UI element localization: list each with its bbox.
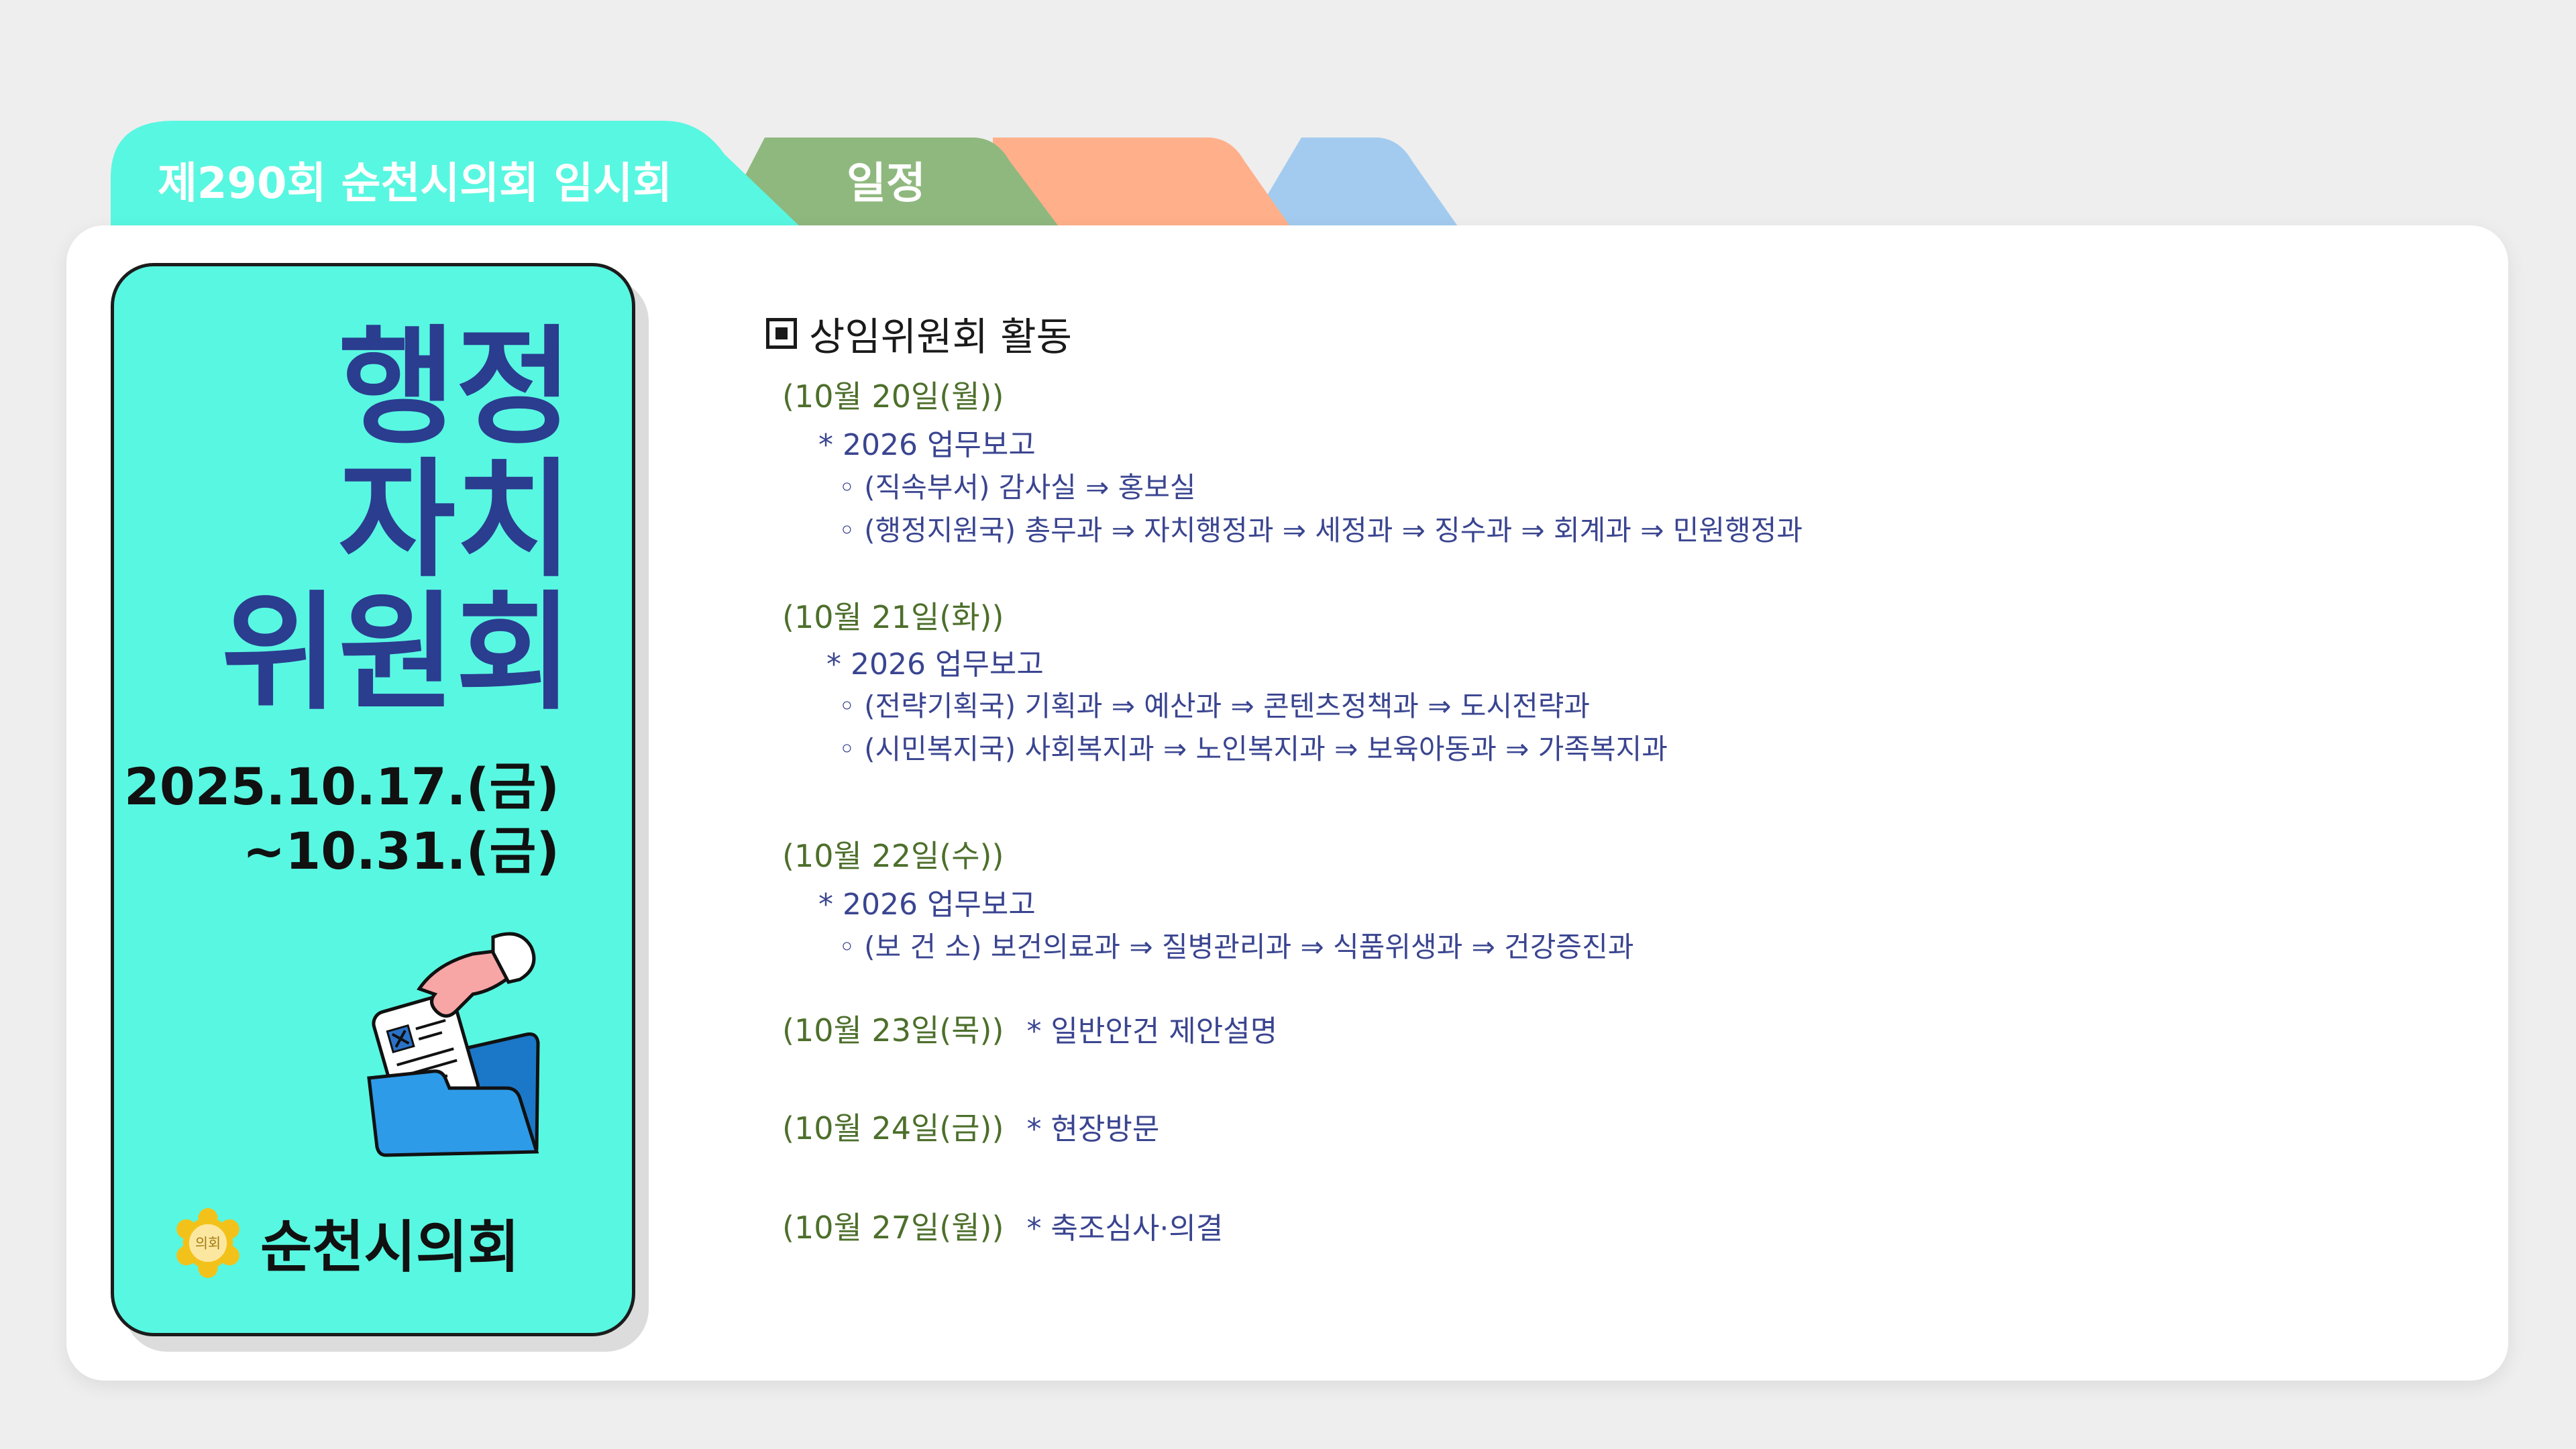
schedule-subitem-1-2: ◦ (행정지원국) 총무과 ⇒ 자치행정과 ⇒ 세정과 ⇒ 징수과 ⇒ 회계과 … bbox=[839, 514, 1803, 547]
tab-schedule[interactable]: 일정 bbox=[847, 149, 926, 211]
schedule-note-5: * 현장방문 bbox=[1026, 1112, 1160, 1146]
committee-title-line-2: 자치 bbox=[338, 446, 573, 594]
schedule-subitem-2-2: ◦ (시민복지국) 사회복지과 ⇒ 노인복지과 ⇒ 보육아동과 ⇒ 가족복지과 bbox=[839, 733, 1668, 765]
committee-title-line-3: 위원회 bbox=[221, 579, 573, 727]
schedule-row-4: (10월 23일(목)) * 일반안건 제안설명 bbox=[782, 1006, 1277, 1051]
session-period: 2025.10.17.(금) ~10.31.(금) bbox=[124, 755, 559, 883]
schedule-subitem-3-1: ◦ (보 건 소) 보건의료과 ⇒ 질병관리과 ⇒ 식품위생과 ⇒ 건강증진과 bbox=[839, 930, 1634, 963]
sidebar-panel: 행정 자치 위원회 2025.10.17.(금) ~10.31.(금) 의회 순… bbox=[111, 263, 635, 1336]
session-start-date: 2025.10.17.(금) bbox=[123, 757, 559, 816]
section-heading: 상임위원회 활동 bbox=[766, 305, 1072, 362]
schedule-item-3: * 2026 업무보고 bbox=[818, 888, 1036, 922]
committee-title-line-1: 행정 bbox=[338, 313, 573, 462]
schedule-note-6: * 축조심사·의결 bbox=[1026, 1212, 1224, 1246]
document-in-folder-icon bbox=[367, 932, 540, 1157]
header-tabs: 제290회 순천시의회 임시회 일정 bbox=[0, 0, 2576, 228]
tab-session-title[interactable]: 제290회 순천시의회 임시회 bbox=[158, 149, 672, 211]
session-end-date: ~10.31.(금) bbox=[242, 821, 559, 881]
schedule-row-6: (10월 27일(월)) * 축조심사·의결 bbox=[782, 1203, 1223, 1248]
schedule-item-1: * 2026 업무보고 bbox=[818, 428, 1036, 462]
schedule-date-1: (10월 20일(월)) bbox=[782, 378, 1004, 415]
schedule-date-6: (10월 27일(월)) bbox=[782, 1210, 1004, 1246]
council-name: 순천시의회 bbox=[260, 1214, 520, 1280]
committee-title: 행정 자치 위원회 bbox=[221, 321, 573, 720]
schedule-date-2: (10월 21일(화)) bbox=[782, 599, 1004, 635]
checkbox-square-icon bbox=[766, 318, 797, 349]
council-seal-icon: 의회 bbox=[176, 1208, 239, 1278]
schedule-item-2: * 2026 업무보고 bbox=[826, 647, 1044, 682]
schedule-row-5: (10월 24일(금)) * 현장방문 bbox=[782, 1104, 1159, 1148]
schedule-date-5: (10월 24일(금)) bbox=[782, 1110, 1004, 1146]
schedule-date-3: (10월 22일(수)) bbox=[782, 838, 1004, 874]
schedule-note-4: * 일반안건 제안설명 bbox=[1026, 1014, 1278, 1049]
schedule-date-4: (10월 23일(목)) bbox=[782, 1012, 1004, 1049]
council-logo: 의회 순천시의회 bbox=[173, 1202, 519, 1283]
schedule-subitem-1-1: ◦ (직속부서) 감사실 ⇒ 홍보실 bbox=[839, 471, 1196, 504]
seal-text: 의회 bbox=[195, 1235, 221, 1251]
schedule-subitem-2-1: ◦ (전략기획국) 기획과 ⇒ 예산과 ⇒ 콘텐츠정책과 ⇒ 도시전략과 bbox=[839, 690, 1591, 722]
section-heading-text: 상임위원회 활동 bbox=[809, 314, 1072, 360]
